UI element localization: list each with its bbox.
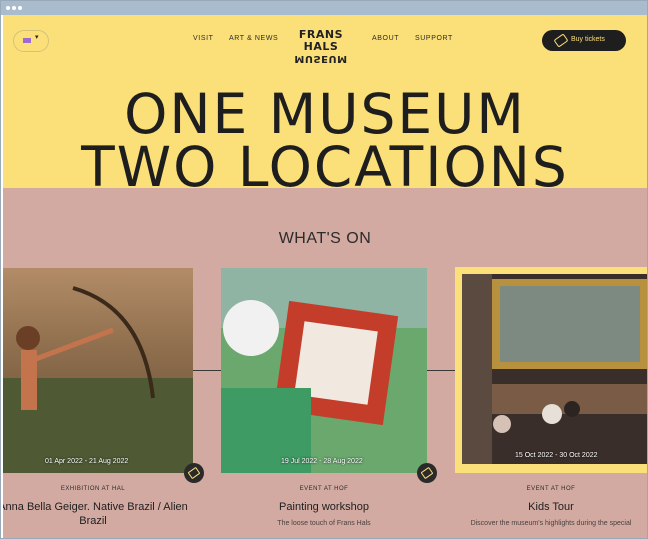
nav-art-news[interactable]: ART & NEWS: [229, 35, 278, 42]
ticket-icon: [187, 466, 201, 480]
kids-tour-photo: [462, 274, 647, 464]
event-dates-3: 15 Oct 2022 - 30 Oct 2022: [515, 452, 598, 459]
event-description-3: Discover the museum's highlights during …: [470, 520, 632, 527]
gallery-painting-photo: [462, 274, 647, 464]
timeline-connector: [427, 370, 455, 371]
painting-workshop-photo: [221, 268, 427, 473]
event-title-1[interactable]: Anna Bella Geiger. Native Brazil / Alien…: [3, 500, 193, 528]
language-selector[interactable]: ▾: [13, 30, 49, 52]
event-image-1[interactable]: [3, 268, 193, 473]
event-kicker-3: EVENT AT HOF: [526, 486, 576, 492]
buy-tickets-label: Buy tickets: [571, 36, 605, 43]
event-image-2[interactable]: [221, 268, 427, 473]
event-kicker-2: EVENT AT HOF: [299, 486, 349, 492]
event-image-3[interactable]: [455, 267, 647, 473]
window-dot-icon[interactable]: [12, 6, 16, 10]
logo-line2: MUSEUM: [294, 53, 348, 64]
nav-support[interactable]: SUPPORT: [415, 35, 453, 42]
ticket-icon: [553, 33, 569, 48]
ticket-icon: [420, 466, 434, 480]
event-dates-1: 01 Apr 2022 - 21 Aug 2022: [45, 458, 129, 465]
hero-section: ▾ VISIT ART & NEWS FRANS HALS MUSEUM ABO…: [3, 15, 647, 195]
chevron-down-icon: ▾: [35, 34, 39, 41]
uk-flag-icon: [23, 38, 31, 43]
window-dot-icon[interactable]: [18, 6, 22, 10]
buy-tickets-button[interactable]: Buy tickets: [542, 30, 626, 51]
browser-window: ▾ VISIT ART & NEWS FRANS HALS MUSEUM ABO…: [0, 0, 648, 539]
logo-line1: FRANS HALS: [298, 28, 344, 53]
window-dot-icon[interactable]: [6, 6, 10, 10]
section-heading: WHAT'S ON: [278, 230, 372, 247]
event-description-2: The loose touch of Frans Hals: [277, 520, 371, 527]
timeline-connector: [193, 370, 221, 371]
nav-about[interactable]: ABOUT: [372, 35, 399, 42]
archer-photo: [3, 286, 193, 473]
event-dates-2: 19 Jul 2022 - 28 Aug 2022: [281, 458, 363, 465]
ticket-badge-1[interactable]: [184, 463, 204, 483]
ticket-badge-2[interactable]: [417, 463, 437, 483]
hero-title-line1: ONE MUSEUM: [124, 82, 526, 146]
event-title-3[interactable]: Kids Tour: [455, 500, 647, 514]
event-kicker-1: EXHIBITION AT HAL: [60, 486, 126, 492]
museum-logo[interactable]: FRANS HALS MUSEUM: [286, 28, 356, 65]
whats-on-section: WHAT'S ON 01 Apr 2022 - 21 Aug 2022 EXHI…: [3, 188, 647, 538]
window-titlebar: [1, 1, 647, 15]
event-title-2[interactable]: Painting workshop: [221, 500, 427, 514]
hero-title-line2: TWO LOCATIONS: [81, 135, 569, 199]
nav-visit[interactable]: VISIT: [193, 35, 214, 42]
